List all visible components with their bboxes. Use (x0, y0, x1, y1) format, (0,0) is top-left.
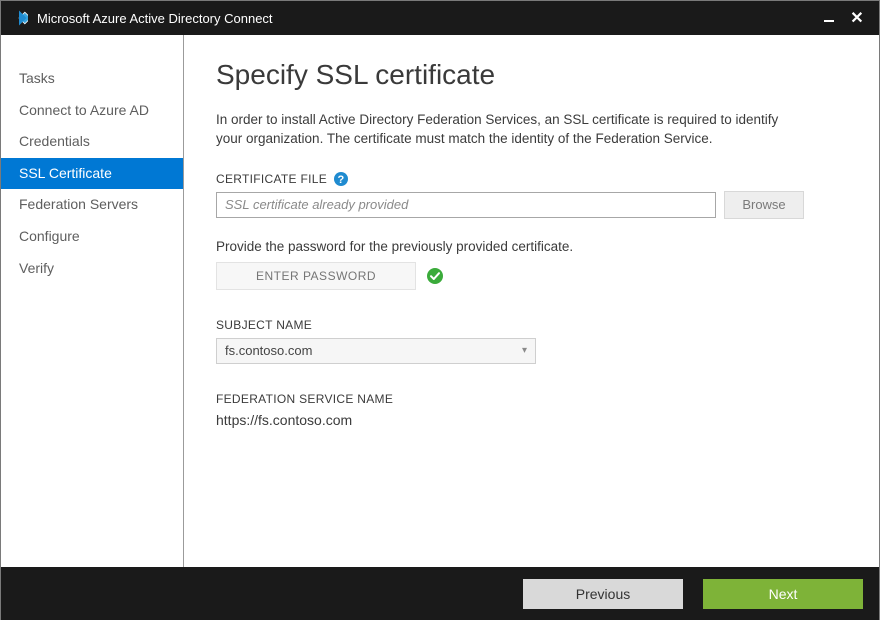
window-title: Microsoft Azure Active Directory Connect (37, 11, 273, 26)
page-title: Specify SSL certificate (216, 59, 831, 91)
azure-logo-icon (9, 8, 29, 28)
federation-service-name-label: FEDERATION SERVICE NAME (216, 392, 831, 406)
sidebar-item-federation-servers[interactable]: Federation Servers (1, 189, 183, 221)
password-input[interactable] (216, 262, 416, 290)
help-icon[interactable]: ? (333, 171, 349, 187)
sidebar-item-ssl-certificate[interactable]: SSL Certificate (1, 158, 183, 190)
intro-text: In order to install Active Directory Fed… (216, 111, 806, 149)
browse-button[interactable]: Browse (724, 191, 804, 219)
minimize-button[interactable] (815, 10, 843, 27)
certificate-file-label: CERTIFICATE FILE ? (216, 171, 831, 187)
sidebar: Tasks Connect to Azure AD Credentials SS… (1, 35, 184, 567)
sidebar-item-credentials[interactable]: Credentials (1, 126, 183, 158)
chevron-down-icon: ▾ (522, 345, 527, 356)
sidebar-item-configure[interactable]: Configure (1, 221, 183, 253)
sidebar-item-verify[interactable]: Verify (1, 253, 183, 285)
password-hint: Provide the password for the previously … (216, 239, 831, 254)
previous-button[interactable]: Previous (523, 579, 683, 609)
content-area: Tasks Connect to Azure AD Credentials SS… (1, 35, 879, 567)
sidebar-item-connect-azure-ad[interactable]: Connect to Azure AD (1, 95, 183, 127)
titlebar: Microsoft Azure Active Directory Connect… (1, 1, 879, 35)
svg-text:?: ? (338, 174, 345, 186)
certificate-file-input[interactable] (216, 192, 716, 218)
close-button[interactable]: ✕ (843, 8, 871, 28)
footer: Previous Next (1, 567, 879, 620)
subject-name-select[interactable]: fs.contoso.com ▾ (216, 338, 536, 364)
next-button[interactable]: Next (703, 579, 863, 609)
subject-name-value: fs.contoso.com (225, 343, 312, 358)
certificate-file-label-text: CERTIFICATE FILE (216, 172, 327, 186)
federation-service-name-value: https://fs.contoso.com (216, 412, 831, 428)
subject-name-label: SUBJECT NAME (216, 318, 831, 332)
main-panel: Specify SSL certificate In order to inst… (184, 35, 879, 567)
sidebar-item-tasks[interactable]: Tasks (1, 63, 183, 95)
check-icon (426, 267, 444, 285)
